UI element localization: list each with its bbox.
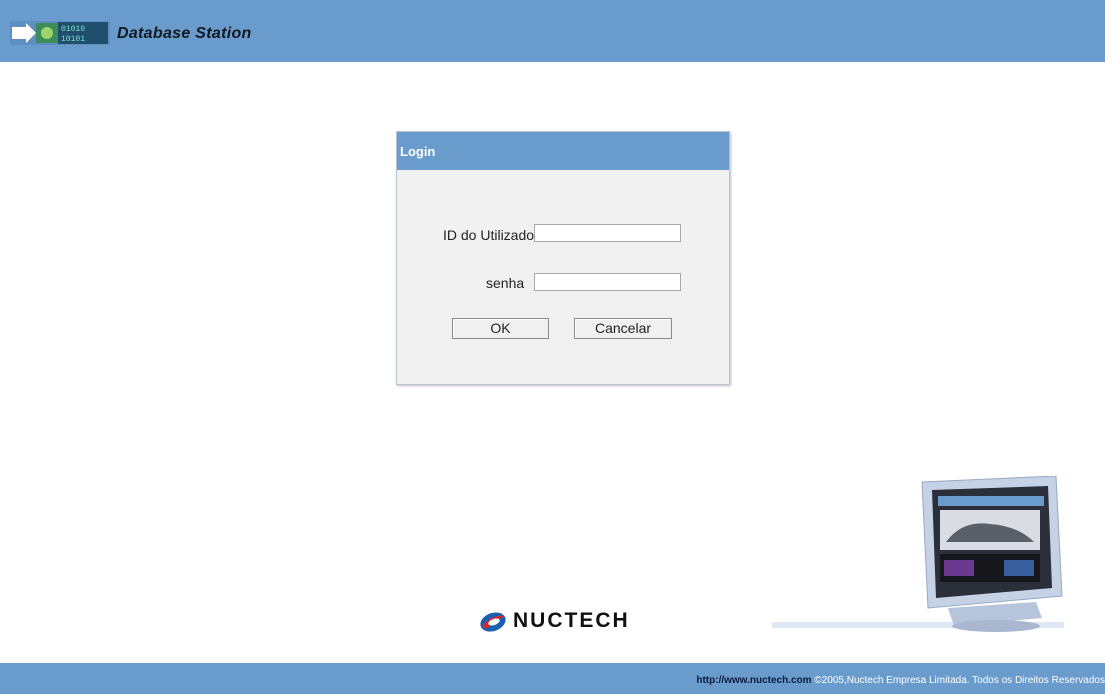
user-id-label: ID do Utilizador	[443, 227, 539, 243]
header-bar: 01010 10101 Database Station	[0, 0, 1105, 62]
footer-text: http://www.nuctech.com ©2005,Nuctech Emp…	[696, 675, 1105, 686]
app-title: Database Station	[117, 25, 252, 42]
brand-name: NUCTECH	[513, 609, 630, 632]
login-panel-header: Login	[397, 132, 729, 170]
nuctech-logo-icon	[480, 612, 506, 632]
svg-text:01010: 01010	[61, 25, 85, 34]
ok-button[interactable]: OK	[452, 318, 549, 339]
copyright-text: ©2005,Nuctech Empresa Limitada. Todos os…	[814, 675, 1105, 686]
password-label: senha	[486, 275, 525, 291]
login-panel: Login ID do Utilizador senha OK Cancelar	[396, 131, 730, 385]
cancel-button[interactable]: Cancelar	[574, 318, 672, 339]
nuctech-website-link[interactable]: http://www.nuctech.com	[696, 675, 811, 686]
login-title: Login	[400, 144, 436, 159]
password-input[interactable]	[534, 273, 681, 291]
user-id-input[interactable]	[534, 224, 681, 242]
database-station-logo-icon: 01010 10101	[10, 21, 110, 45]
svg-text:10101: 10101	[61, 35, 85, 44]
monitor-illustration-icon	[772, 476, 1064, 632]
footer-bar: http://www.nuctech.com ©2005,Nuctech Emp…	[0, 663, 1105, 694]
